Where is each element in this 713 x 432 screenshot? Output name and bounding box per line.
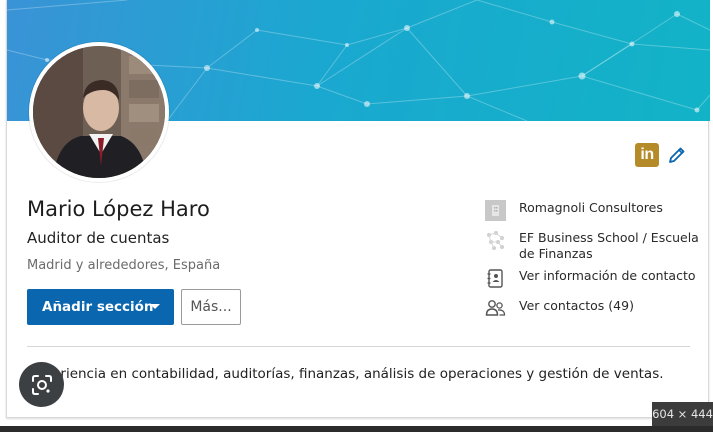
contact-card-icon <box>485 268 506 289</box>
sidebar-item-label: EF Business School / Escuela de Finanzas <box>519 230 699 261</box>
divider <box>27 346 690 347</box>
edit-pencil-icon[interactable] <box>667 145 687 165</box>
lens-search-icon <box>31 374 52 395</box>
sidebar-item-company[interactable]: Romagnoli Consultores <box>485 200 699 221</box>
linkedin-logo-icon[interactable]: in <box>635 143 659 167</box>
sidebar-item-label: Romagnoli Consultores <box>519 200 663 215</box>
sidebar-item-school[interactable]: EF Business School / Escuela de Finanzas <box>485 230 699 262</box>
avatar[interactable] <box>29 42 169 182</box>
people-icon <box>485 298 506 319</box>
image-dimensions-badge: 604 × 444 <box>652 402 713 426</box>
profile-summary: Experiencia en contabilidad, auditorías,… <box>27 366 664 382</box>
more-button[interactable]: Más... <box>181 289 241 325</box>
lens-search-button[interactable] <box>19 362 64 407</box>
caret-down-icon <box>150 304 160 309</box>
profile-photo <box>33 46 165 178</box>
profile-name: Mario López Haro <box>27 197 210 221</box>
sidebar-item-label: Ver información de contacto <box>519 268 696 283</box>
bottom-bar <box>0 426 713 432</box>
school-icon <box>485 230 506 251</box>
add-section-button[interactable]: Añadir sección <box>27 289 174 325</box>
profile-location: Madrid y alrededores, España <box>27 258 221 273</box>
sidebar-item-contact-info[interactable]: Ver información de contacto <box>485 268 699 289</box>
profile-card: in Mario López Haro Auditor de cuentas M… <box>6 0 710 418</box>
company-icon <box>485 200 506 221</box>
sidebar-item-connections[interactable]: Ver contactos (49) <box>485 298 699 319</box>
profile-edit-controls: in <box>635 143 687 167</box>
add-section-label: Añadir sección <box>42 299 154 315</box>
profile-headline: Auditor de cuentas <box>27 229 170 247</box>
sidebar-item-label: Ver contactos (49) <box>519 298 634 313</box>
